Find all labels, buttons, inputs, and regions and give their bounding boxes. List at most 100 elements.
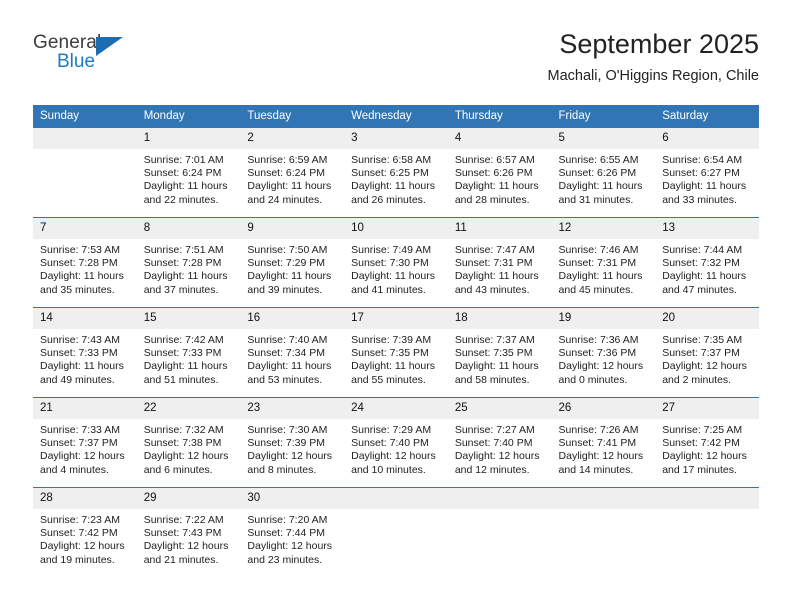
day-number: 3 [344,128,448,149]
calendar-day-cell[interactable]: 1 Sunrise: 7:01 AM Sunset: 6:24 PM Daylight… [136,128,241,218]
calendar-day-cell[interactable]: 26 Sunrise: 7:26 AM Sunset: 7:41 PM Dayligh… [551,397,656,488]
calendar-day-cell[interactable]: 3 Sunrise: 6:58 AM Sunset: 6:25 PM Daylight… [344,128,448,218]
calendar-day-cell[interactable]: 30 Sunrise: 7:20 AM Sunset: 7:44 PM Dayligh… [240,487,345,577]
calendar-day-cell[interactable]: 16 Sunrise: 7:40 AM Sunset: 7:34 PM Dayligh… [240,307,345,398]
daylight-line-2: and 12 minutes. [454,463,530,476]
calendar-day-cell[interactable]: 9 Sunrise: 7:50 AM Sunset: 7:29 PM Daylight… [240,217,345,308]
page-title: September 2025 [559,29,759,59]
sunset-time: Sunset: 7:40 PM [454,437,533,450]
daylight-line-2: and 58 minutes. [454,373,530,386]
calendar-day-cell[interactable]: 6 Sunrise: 6:54 AM Sunset: 6:27 PM Daylight… [655,128,759,218]
sunset-time: Sunset: 7:35 PM [351,347,429,360]
calendar-day-cell[interactable]: 13 Sunrise: 7:44 AM Sunset: 7:32 PM Dayligh… [655,217,759,308]
daylight-line-2: and 21 minutes. [143,553,219,566]
sunset-time: Sunset: 7:42 PM [662,437,740,450]
day-number: 6 [655,128,759,149]
day-sun-info: Sunrise: 7:49 AM Sunset: 7:30 PM Daylight:… [344,239,448,297]
calendar-day-cell[interactable]: 4 Sunrise: 6:57 AM Sunset: 6:26 PM Daylight… [447,128,552,218]
daylight-line-2: and 2 minutes. [662,373,732,386]
calendar-day-cell[interactable]: 18 Sunrise: 7:37 AM Sunset: 7:35 PM Dayligh… [447,307,552,398]
daylight-line-2: and 45 minutes. [558,283,634,296]
calendar-day-cell[interactable]: 25 Sunrise: 7:27 AM Sunset: 7:40 PM Dayligh… [447,397,552,488]
daylight-line-2: and 49 minutes. [40,373,115,386]
calendar-day-cell[interactable]: 27 Sunrise: 7:25 AM Sunset: 7:42 PM Dayligh… [655,397,759,488]
sunset-time: Sunset: 7:37 PM [40,437,118,450]
day-sun-info: Sunrise: 7:39 AM Sunset: 7:35 PM Daylight:… [344,329,448,387]
day-sun-info: Sunrise: 7:35 AM Sunset: 7:37 PM Daylight:… [655,329,759,387]
daylight-line-2: and 4 minutes. [40,463,109,476]
sunrise-time: Sunrise: 6:59 AM [247,154,328,166]
day-sun-info: Sunrise: 7:40 AM Sunset: 7:34 PM Daylight:… [240,329,344,387]
sunrise-time: Sunrise: 7:51 AM [143,244,224,256]
daylight-line-1: Daylight: 11 hours [662,180,747,193]
calendar-day-cell[interactable]: 7 Sunrise: 7:53 AM Sunset: 7:28 PM Daylight… [33,217,137,308]
calendar-day-cell[interactable]: 8 Sunrise: 7:51 AM Sunset: 7:28 PM Daylight… [136,217,241,308]
day-sun-info: Sunrise: 7:25 AM Sunset: 7:42 PM Daylight:… [655,419,759,477]
day-sun-info: Sunrise: 7:20 AM Sunset: 7:44 PM Daylight:… [240,509,344,567]
daylight-line-1: Daylight: 12 hours [247,450,333,463]
calendar-day-cell[interactable]: 22 Sunrise: 7:32 AM Sunset: 7:38 PM Dayligh… [136,397,241,488]
calendar-day-cell[interactable]: 24 Sunrise: 7:29 AM Sunset: 7:40 PM Dayligh… [344,397,448,488]
daylight-line-2: and 26 minutes. [351,193,426,206]
general-blue-logo: General Blue [33,32,143,80]
calendar-day-cell[interactable]: 15 Sunrise: 7:42 AM Sunset: 7:33 PM Dayligh… [136,307,241,398]
day-number: 14 [33,308,137,329]
day-sun-info: Sunrise: 7:26 AM Sunset: 7:41 PM Daylight:… [552,419,656,477]
daylight-line-2: and 41 minutes. [351,283,426,296]
calendar-day-cell[interactable]: 14 Sunrise: 7:43 AM Sunset: 7:33 PM Dayligh… [33,307,137,398]
day-number: 12 [551,218,656,239]
calendar-day-cell[interactable]: 12 Sunrise: 7:46 AM Sunset: 7:31 PM Dayligh… [551,217,656,308]
calendar-day-cell[interactable]: 19 Sunrise: 7:36 AM Sunset: 7:36 PM Dayligh… [551,307,656,398]
sunrise-time: Sunrise: 7:53 AM [40,244,120,256]
sunset-time: Sunset: 6:26 PM [558,167,637,180]
daylight-line-2: and 43 minutes. [454,283,530,296]
sunset-time: Sunset: 7:39 PM [247,437,326,450]
calendar-day-cell[interactable]: 10 Sunrise: 7:49 AM Sunset: 7:30 PM Dayligh… [344,217,448,308]
day-number: 21 [33,398,137,419]
daylight-line-1: Daylight: 11 hours [454,360,539,373]
calendar-day-cell[interactable]: 29 Sunrise: 7:22 AM Sunset: 7:43 PM Dayligh… [136,487,241,577]
weekday-header-friday: Friday [551,105,656,128]
day-cell-content: 28 Sunrise: 7:23 AM Sunset: 7:42 PM Dayligh… [33,488,137,577]
day-sun-info: Sunrise: 7:27 AM Sunset: 7:40 PM Daylight:… [448,419,552,477]
weekday-header-sunday: Sunday [33,105,137,128]
calendar-day-cell[interactable]: 23 Sunrise: 7:30 AM Sunset: 7:39 PM Dayligh… [240,397,345,488]
calendar-day-cell [551,487,656,577]
calendar-day-cell[interactable]: 21 Sunrise: 7:33 AM Sunset: 7:37 PM Dayligh… [33,397,137,488]
sunset-time: Sunset: 7:36 PM [558,347,637,360]
calendar-day-cell[interactable]: 17 Sunrise: 7:39 AM Sunset: 7:35 PM Dayligh… [344,307,448,398]
day-cell-content: 11 Sunrise: 7:47 AM Sunset: 7:31 PM Dayligh… [447,218,552,307]
calendar-day-cell[interactable]: 11 Sunrise: 7:47 AM Sunset: 7:31 PM Dayligh… [447,217,552,308]
daylight-line-2: and 17 minutes. [662,463,737,476]
day-sun-info: Sunrise: 7:50 AM Sunset: 7:29 PM Daylight:… [240,239,344,297]
sunrise-time: Sunrise: 7:35 AM [662,334,743,346]
sunrise-time: Sunrise: 7:40 AM [247,334,328,346]
daylight-line-1: Daylight: 12 hours [662,360,747,373]
day-sun-info: Sunrise: 6:58 AM Sunset: 6:25 PM Daylight:… [344,149,448,207]
calendar-day-cell[interactable]: 2 Sunrise: 6:59 AM Sunset: 6:24 PM Daylight… [240,128,345,218]
calendar-day-cell[interactable]: 5 Sunrise: 6:55 AM Sunset: 6:26 PM Daylight… [551,128,656,218]
day-sun-info: Sunrise: 7:53 AM Sunset: 7:28 PM Daylight:… [33,239,137,297]
calendar-week-row: 14 Sunrise: 7:43 AM Sunset: 7:33 PM Dayligh… [33,307,759,398]
daylight-line-2: and 28 minutes. [454,193,530,206]
daylight-line-2: and 39 minutes. [247,283,323,296]
daylight-line-1: Daylight: 11 hours [40,270,124,283]
day-cell-content: 23 Sunrise: 7:30 AM Sunset: 7:39 PM Dayligh… [240,398,345,487]
day-sun-info: Sunrise: 7:43 AM Sunset: 7:33 PM Daylight:… [33,329,137,387]
calendar-day-cell[interactable]: 20 Sunrise: 7:35 AM Sunset: 7:37 PM Dayligh… [655,307,759,398]
calendar-day-cell[interactable]: 28 Sunrise: 7:23 AM Sunset: 7:42 PM Dayligh… [33,487,137,577]
day-number: 4 [447,128,552,149]
sunset-time: Sunset: 7:42 PM [40,527,118,540]
day-number: 9 [240,218,345,239]
day-number: 1 [136,128,241,149]
sunrise-time: Sunrise: 7:27 AM [454,424,535,436]
title-block: September 2025 Machali, O'Higgins Region… [547,28,759,86]
daylight-line-2: and 33 minutes. [662,193,737,206]
daylight-line-2: and 0 minutes. [558,373,628,386]
sunset-time: Sunset: 7:44 PM [247,527,326,540]
daylight-line-1: Daylight: 12 hours [454,450,540,463]
sunset-time: Sunset: 7:41 PM [558,437,637,450]
day-number: 5 [551,128,656,149]
day-cell-content: 20 Sunrise: 7:35 AM Sunset: 7:37 PM Dayligh… [655,308,759,397]
page-subtitle: Machali, O'Higgins Region, Chile [547,68,759,84]
